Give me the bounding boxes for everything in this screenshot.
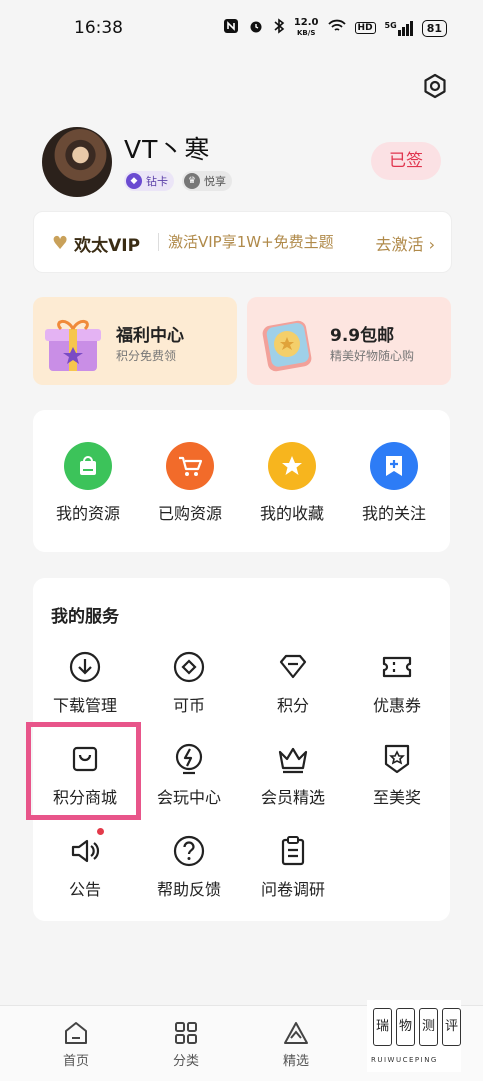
vip-banner[interactable]: ♥ 欢太VIP 激活VIP享1W+免费主题 去激活 › <box>33 211 452 273</box>
vip-description: 激活VIP享1W+免费主题 <box>168 233 334 251</box>
vip-activate-link[interactable]: 去激活 › <box>375 231 435 255</box>
speaker-icon <box>68 834 102 868</box>
card-title: 9.9包邮 <box>330 326 395 346</box>
watermark-logo: 瑞 物 测 评 RUIWUCEPING <box>367 1000 461 1072</box>
coupons-button[interactable]: 优惠券 <box>345 650 449 716</box>
avatar[interactable] <box>42 127 112 197</box>
chevron-right-icon: › <box>428 235 435 254</box>
card-title: 福利中心 <box>116 326 184 346</box>
game-center-button[interactable]: 会玩中心 <box>137 742 241 808</box>
diamond-icon <box>276 650 310 684</box>
coins-button[interactable]: 可币 <box>137 650 241 716</box>
announcement-button[interactable]: 公告 <box>33 828 137 900</box>
section-title: 我的服务 <box>51 607 119 627</box>
gift-box-icon <box>43 313 103 375</box>
status-bar: 16:38 12.0 KB/S HD 5G 81 <box>0 0 483 56</box>
download-icon <box>68 650 102 684</box>
star-icon <box>268 442 316 490</box>
my-resources-button[interactable]: 我的资源 <box>37 442 139 524</box>
nav-categories[interactable]: 分类 <box>136 1020 236 1069</box>
crown-icon: ♛ <box>184 173 200 189</box>
lightning-icon <box>172 742 206 776</box>
signal-icon: 5G <box>385 20 413 36</box>
crown-icon <box>276 742 310 776</box>
battery-indicator: 81 <box>421 19 447 37</box>
status-time: 16:38 <box>74 18 123 38</box>
net-speed: 12.0 KB/S <box>293 17 319 38</box>
welfare-center-card[interactable]: 福利中心 积分免费领 <box>33 297 237 385</box>
survey-button[interactable]: 问卷调研 <box>241 834 345 900</box>
bag-icon <box>64 442 112 490</box>
nfc-icon <box>223 18 239 38</box>
plus-bookmark-icon <box>370 442 418 490</box>
coin-box-icon <box>257 313 317 375</box>
help-icon <box>172 834 206 868</box>
diamond-icon: ◆ <box>126 173 142 189</box>
free-shipping-card[interactable]: 9.9包邮 精美好物随心购 <box>247 297 451 385</box>
diamond-card-badge[interactable]: ◆ 钻卡 <box>124 171 174 191</box>
my-follows-button[interactable]: 我的关注 <box>343 442 445 524</box>
ticket-icon <box>380 650 414 684</box>
nav-home[interactable]: 首页 <box>26 1020 126 1069</box>
quick-actions-panel: 我的资源 已购资源 我的收藏 我的关注 <box>33 410 450 552</box>
wifi-icon <box>327 19 346 37</box>
points-button[interactable]: 积分 <box>241 650 345 716</box>
username[interactable]: VT丶寒 <box>124 130 210 166</box>
triangle-icon <box>283 1020 309 1046</box>
divider <box>158 233 159 251</box>
vip-crown-icon: ♥ <box>52 233 69 254</box>
watermark-chars: 瑞 物 测 评 <box>373 1008 461 1046</box>
alarm-icon <box>248 18 264 38</box>
my-favorites-button[interactable]: 我的收藏 <box>241 442 343 524</box>
member-picks-button[interactable]: 会员精选 <box>241 742 345 808</box>
beauty-award-button[interactable]: 至美奖 <box>345 742 449 808</box>
yuexiang-badge[interactable]: ♛ 悦享 <box>182 171 232 191</box>
card-subtitle: 积分免费领 <box>116 349 177 363</box>
cart-icon <box>166 442 214 490</box>
signed-button[interactable]: 已签 <box>371 142 441 180</box>
notification-dot <box>97 828 104 835</box>
grid-icon <box>173 1020 199 1046</box>
home-icon <box>63 1020 89 1046</box>
settings-gear-icon[interactable] <box>421 72 449 100</box>
card-subtitle: 精美好物随心购 <box>330 349 415 363</box>
nav-featured[interactable]: 精选 <box>246 1020 346 1069</box>
highlight-box <box>26 722 141 820</box>
vip-logo: ♥ 欢太VIP <box>52 233 141 256</box>
bluetooth-icon <box>273 18 285 38</box>
clipboard-icon <box>276 834 310 868</box>
watermark-latin: RUIWUCEPING <box>371 1056 438 1064</box>
award-icon <box>380 742 414 776</box>
status-icons: 12.0 KB/S HD 5G 81 <box>223 17 447 39</box>
coin-icon <box>172 650 206 684</box>
download-manager-button[interactable]: 下载管理 <box>33 650 137 716</box>
hd-icon: HD <box>354 22 376 34</box>
help-feedback-button[interactable]: 帮助反馈 <box>137 834 241 900</box>
purchased-resources-button[interactable]: 已购资源 <box>139 442 241 524</box>
